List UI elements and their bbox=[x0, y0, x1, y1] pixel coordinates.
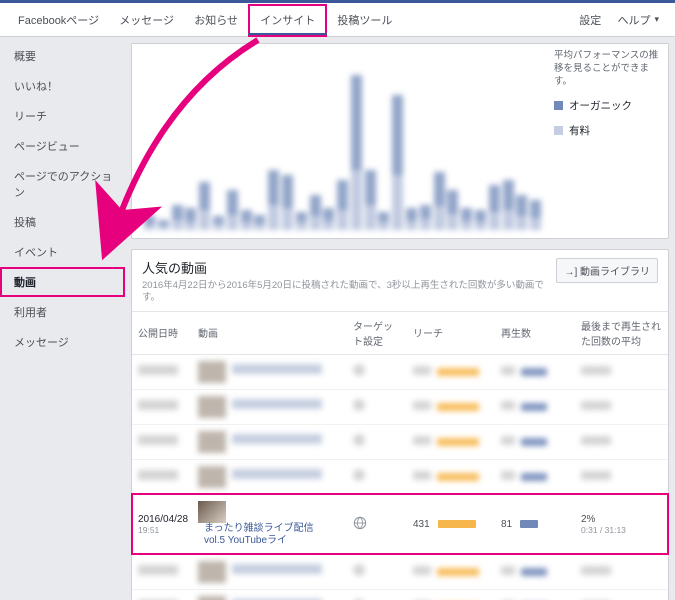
tab-fbpage[interactable]: Facebookページ bbox=[8, 3, 109, 36]
table-row[interactable] bbox=[132, 589, 668, 600]
table-row[interactable] bbox=[132, 459, 668, 494]
col-reach[interactable]: リーチ bbox=[407, 311, 495, 354]
col-target[interactable]: ターゲット設定 bbox=[347, 311, 407, 354]
sidebar-item-likes[interactable]: いいね！ bbox=[0, 71, 125, 101]
legend-organic-label: オーガニック bbox=[569, 98, 632, 113]
tab-messages[interactable]: メッセージ bbox=[109, 3, 184, 36]
reach-value: 431 bbox=[413, 519, 430, 530]
sidebar-item-video[interactable]: 動画 bbox=[0, 267, 125, 297]
reach-bar bbox=[438, 520, 476, 528]
tab-help-label: ヘルプ bbox=[617, 12, 650, 28]
sidebar-item-overview[interactable]: 概要 bbox=[0, 41, 125, 71]
tab-settings[interactable]: 設定 bbox=[571, 3, 609, 36]
swatch-organic-icon bbox=[554, 101, 563, 110]
tab-help[interactable]: ヘルプ ▾ bbox=[609, 3, 667, 36]
table-row[interactable] bbox=[132, 554, 668, 589]
table-header-row: 公開日時 動画 ターゲット設定 リーチ 再生数 最後まで再生された回数の平均 bbox=[132, 311, 668, 354]
col-video[interactable]: 動画 bbox=[192, 311, 347, 354]
legend-paid-label: 有料 bbox=[569, 123, 590, 138]
views-bar bbox=[520, 520, 538, 528]
views-value: 81 bbox=[501, 519, 512, 530]
sidebar-item-pageviews[interactable]: ページビュー bbox=[0, 131, 125, 161]
section-subtitle: 2016年4月22日から2016年5月20日に投稿された動画で、3秒以上再生され… bbox=[142, 280, 556, 305]
col-avg[interactable]: 最後まで再生された回数の平均 bbox=[575, 311, 668, 354]
video-library-button[interactable]: →] 動画ライブラリ bbox=[556, 258, 658, 283]
video-title-link[interactable]: まったり雑談ライブ配信 vol.5 YouTubeライ bbox=[204, 523, 314, 548]
chevron-down-icon: ▾ bbox=[654, 14, 659, 25]
avg-completion-time: 0:31 / 31:13 bbox=[581, 525, 662, 535]
performance-chart-card: 平均パフォーマンスの推移を見ることができます。 オーガニック 有料 bbox=[131, 43, 669, 239]
video-thumbnail bbox=[198, 501, 226, 523]
globe-icon bbox=[353, 516, 367, 530]
table-row[interactable] bbox=[132, 424, 668, 459]
top-tabs: Facebookページ メッセージ お知らせ インサイト 投稿ツール 設定 ヘル… bbox=[0, 3, 675, 37]
sidebar-item-people[interactable]: 利用者 bbox=[0, 297, 125, 327]
tab-publishing[interactable]: 投稿ツール bbox=[327, 3, 402, 36]
sidebar-item-messages[interactable]: メッセージ bbox=[0, 327, 125, 357]
table-row[interactable] bbox=[132, 389, 668, 424]
chart-blurb: 平均パフォーマンスの推移を見ることができます。 bbox=[554, 50, 660, 88]
performance-bar-chart bbox=[140, 50, 548, 230]
videos-table: 公開日時 動画 ターゲット設定 リーチ 再生数 最後まで再生された回数の平均 2… bbox=[132, 311, 668, 600]
tab-insights[interactable]: インサイト bbox=[248, 4, 327, 37]
insights-sidebar: 概要 いいね！ リーチ ページビュー ページでのアクション 投稿 イベント 動画… bbox=[0, 37, 125, 600]
swatch-paid-icon bbox=[554, 126, 563, 135]
sidebar-item-actions[interactable]: ページでのアクション bbox=[0, 161, 125, 207]
table-row[interactable] bbox=[132, 354, 668, 389]
avg-completion-pct: 2% bbox=[581, 514, 595, 525]
legend-paid[interactable]: 有料 bbox=[554, 123, 660, 138]
tab-notifications[interactable]: お知らせ bbox=[184, 3, 248, 36]
legend-organic[interactable]: オーガニック bbox=[554, 98, 660, 113]
page-root: Facebookページ メッセージ お知らせ インサイト 投稿ツール 設定 ヘル… bbox=[0, 0, 675, 600]
top-videos-section: 人気の動画 2016年4月22日から2016年5月20日に投稿された動画で、3秒… bbox=[131, 249, 669, 600]
table-row-highlighted[interactable]: 2016/04/2819:51 まったり雑談ライブ配信 vol.5 YouTube… bbox=[132, 494, 668, 554]
video-time: 19:51 bbox=[138, 525, 186, 535]
sidebar-item-events[interactable]: イベント bbox=[0, 237, 125, 267]
sidebar-item-reach[interactable]: リーチ bbox=[0, 101, 125, 131]
col-views[interactable]: 再生数 bbox=[495, 311, 575, 354]
main-content: 平均パフォーマンスの推移を見ることができます。 オーガニック 有料 人気の動画 … bbox=[125, 37, 675, 600]
video-date: 2016/04/28 bbox=[138, 514, 188, 525]
col-date[interactable]: 公開日時 bbox=[132, 311, 192, 354]
chart-legend: 平均パフォーマンスの推移を見ることができます。 オーガニック 有料 bbox=[548, 50, 660, 230]
sidebar-item-posts[interactable]: 投稿 bbox=[0, 207, 125, 237]
section-title: 人気の動画 bbox=[142, 258, 556, 277]
